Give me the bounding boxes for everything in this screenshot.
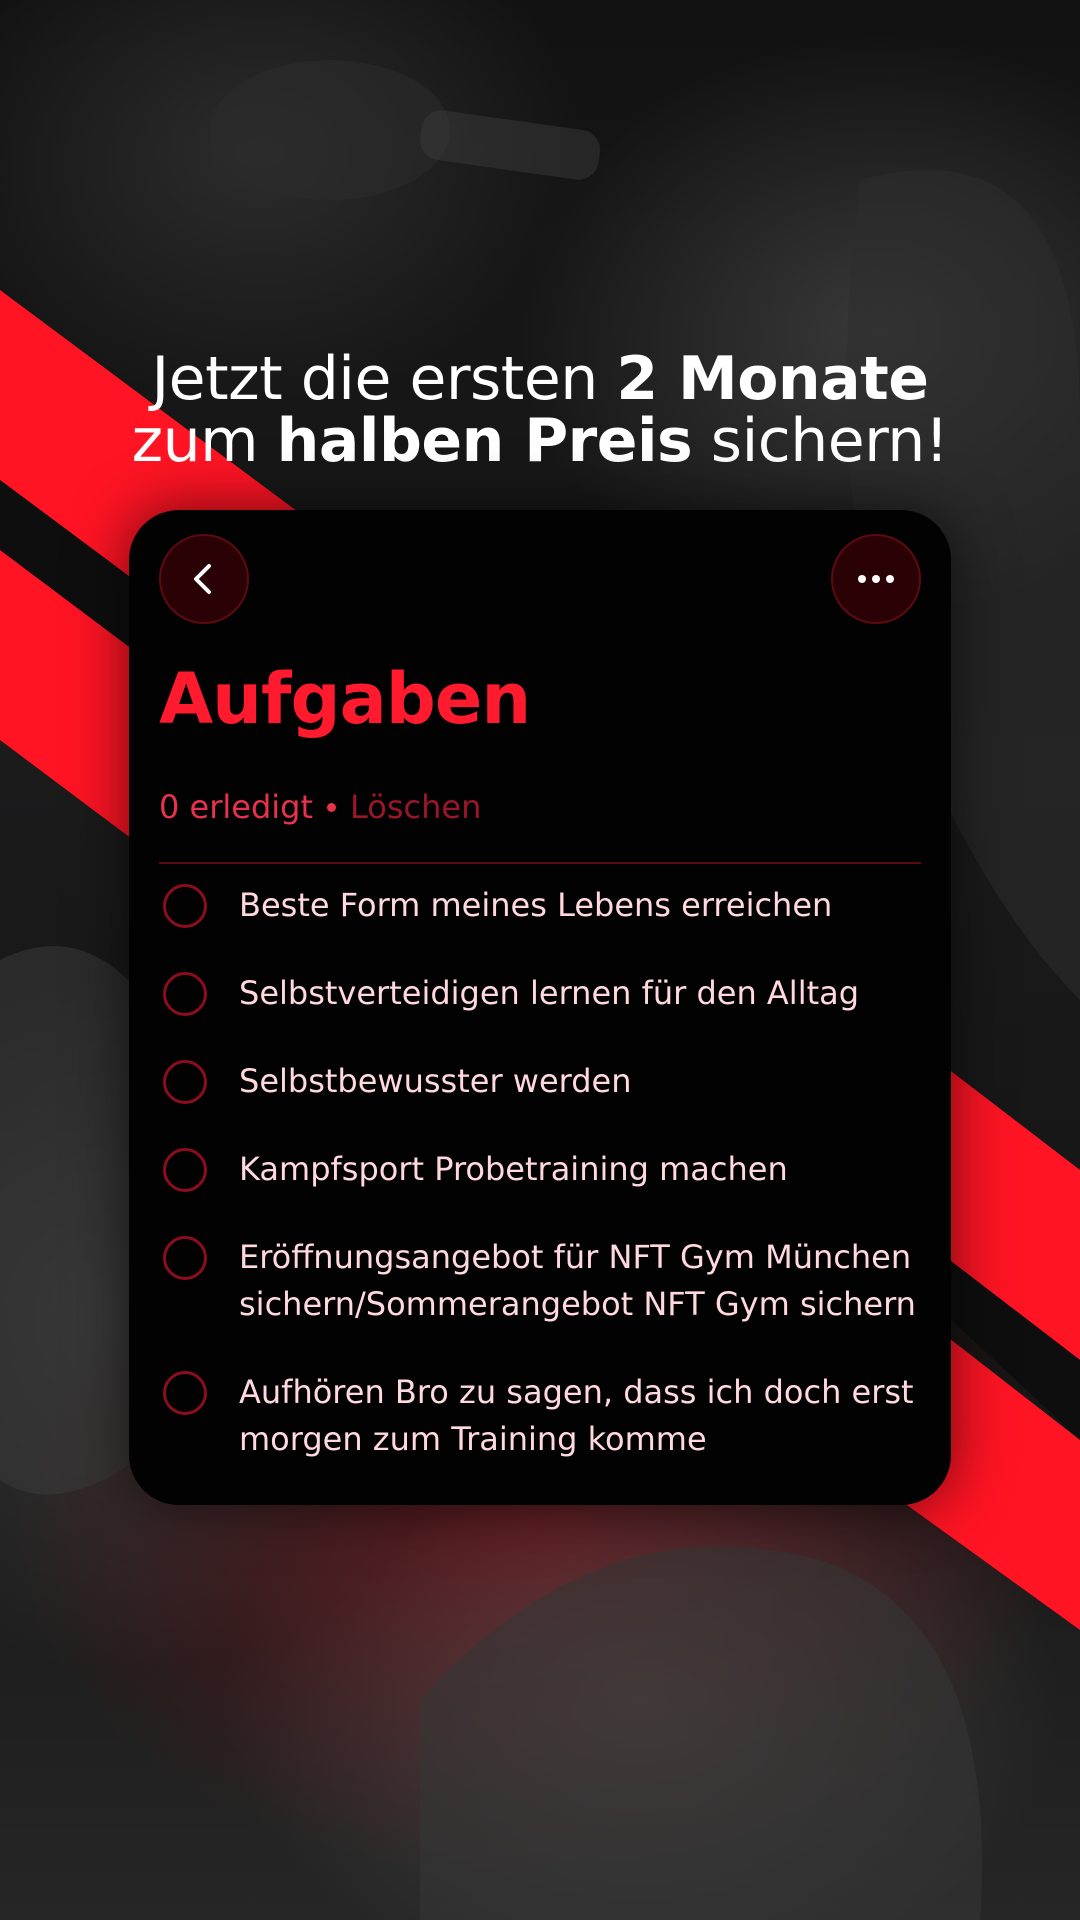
task-item[interactable]: Beste Form meines Lebens erreichen xyxy=(159,882,921,929)
task-item[interactable]: Selbstverteidigen lernen für den Alltag xyxy=(159,970,921,1017)
task-label: Aufhören Bro zu sagen, dass ich doch ers… xyxy=(239,1373,914,1458)
task-label: Eröffnungsangebot für NFT Gym München si… xyxy=(239,1238,916,1323)
task-list: Beste Form meines Lebens erreichen Selbs… xyxy=(159,882,921,1504)
back-button[interactable] xyxy=(159,534,249,624)
separator-dot xyxy=(327,802,337,812)
more-horizontal-icon xyxy=(858,575,894,583)
headline-line-2: zum halben Preis sichern! xyxy=(0,410,1080,472)
task-label: Beste Form meines Lebens erreichen xyxy=(239,886,833,924)
clear-button[interactable]: Löschen xyxy=(350,788,481,826)
headline-text: sichern! xyxy=(692,406,949,476)
task-checkbox[interactable] xyxy=(163,972,207,1016)
task-checkbox[interactable] xyxy=(163,884,207,928)
headline-text: Jetzt die ersten xyxy=(151,344,617,414)
done-count: 0 erledigt xyxy=(159,788,314,826)
promo-headline: Jetzt die ersten 2 Monate zum halben Pre… xyxy=(0,348,1080,472)
task-item[interactable]: Kampfsport Probetraining machen xyxy=(159,1146,921,1193)
headline-line-1: Jetzt die ersten 2 Monate xyxy=(0,348,1080,410)
task-checkbox[interactable] xyxy=(163,1148,207,1192)
task-item[interactable]: Selbstbewusster werden xyxy=(159,1058,921,1105)
task-item[interactable]: Eröffnungsangebot für NFT Gym München si… xyxy=(159,1234,921,1328)
headline-bold-text: halben Preis xyxy=(276,406,693,476)
tasks-card: Aufgaben 0 erledigt Löschen Beste Form m… xyxy=(129,510,951,1505)
task-label: Selbstbewusster werden xyxy=(239,1062,632,1100)
status-line: 0 erledigt Löschen xyxy=(159,788,481,826)
headline-bold-text: 2 Monate xyxy=(616,344,929,414)
task-label: Kampfsport Probetraining machen xyxy=(239,1150,788,1188)
promo-screen: Jetzt die ersten 2 Monate zum halben Pre… xyxy=(0,0,1080,1920)
more-options-button[interactable] xyxy=(831,534,921,624)
task-checkbox[interactable] xyxy=(163,1060,207,1104)
card-title: Aufgaben xyxy=(159,658,531,740)
task-item[interactable]: Aufhören Bro zu sagen, dass ich doch ers… xyxy=(159,1369,921,1463)
task-label: Selbstverteidigen lernen für den Alltag xyxy=(239,974,860,1012)
divider xyxy=(159,862,921,864)
headline-text: zum xyxy=(131,406,277,476)
chevron-left-icon xyxy=(194,564,211,594)
task-checkbox[interactable] xyxy=(163,1236,207,1280)
task-checkbox[interactable] xyxy=(163,1371,207,1415)
